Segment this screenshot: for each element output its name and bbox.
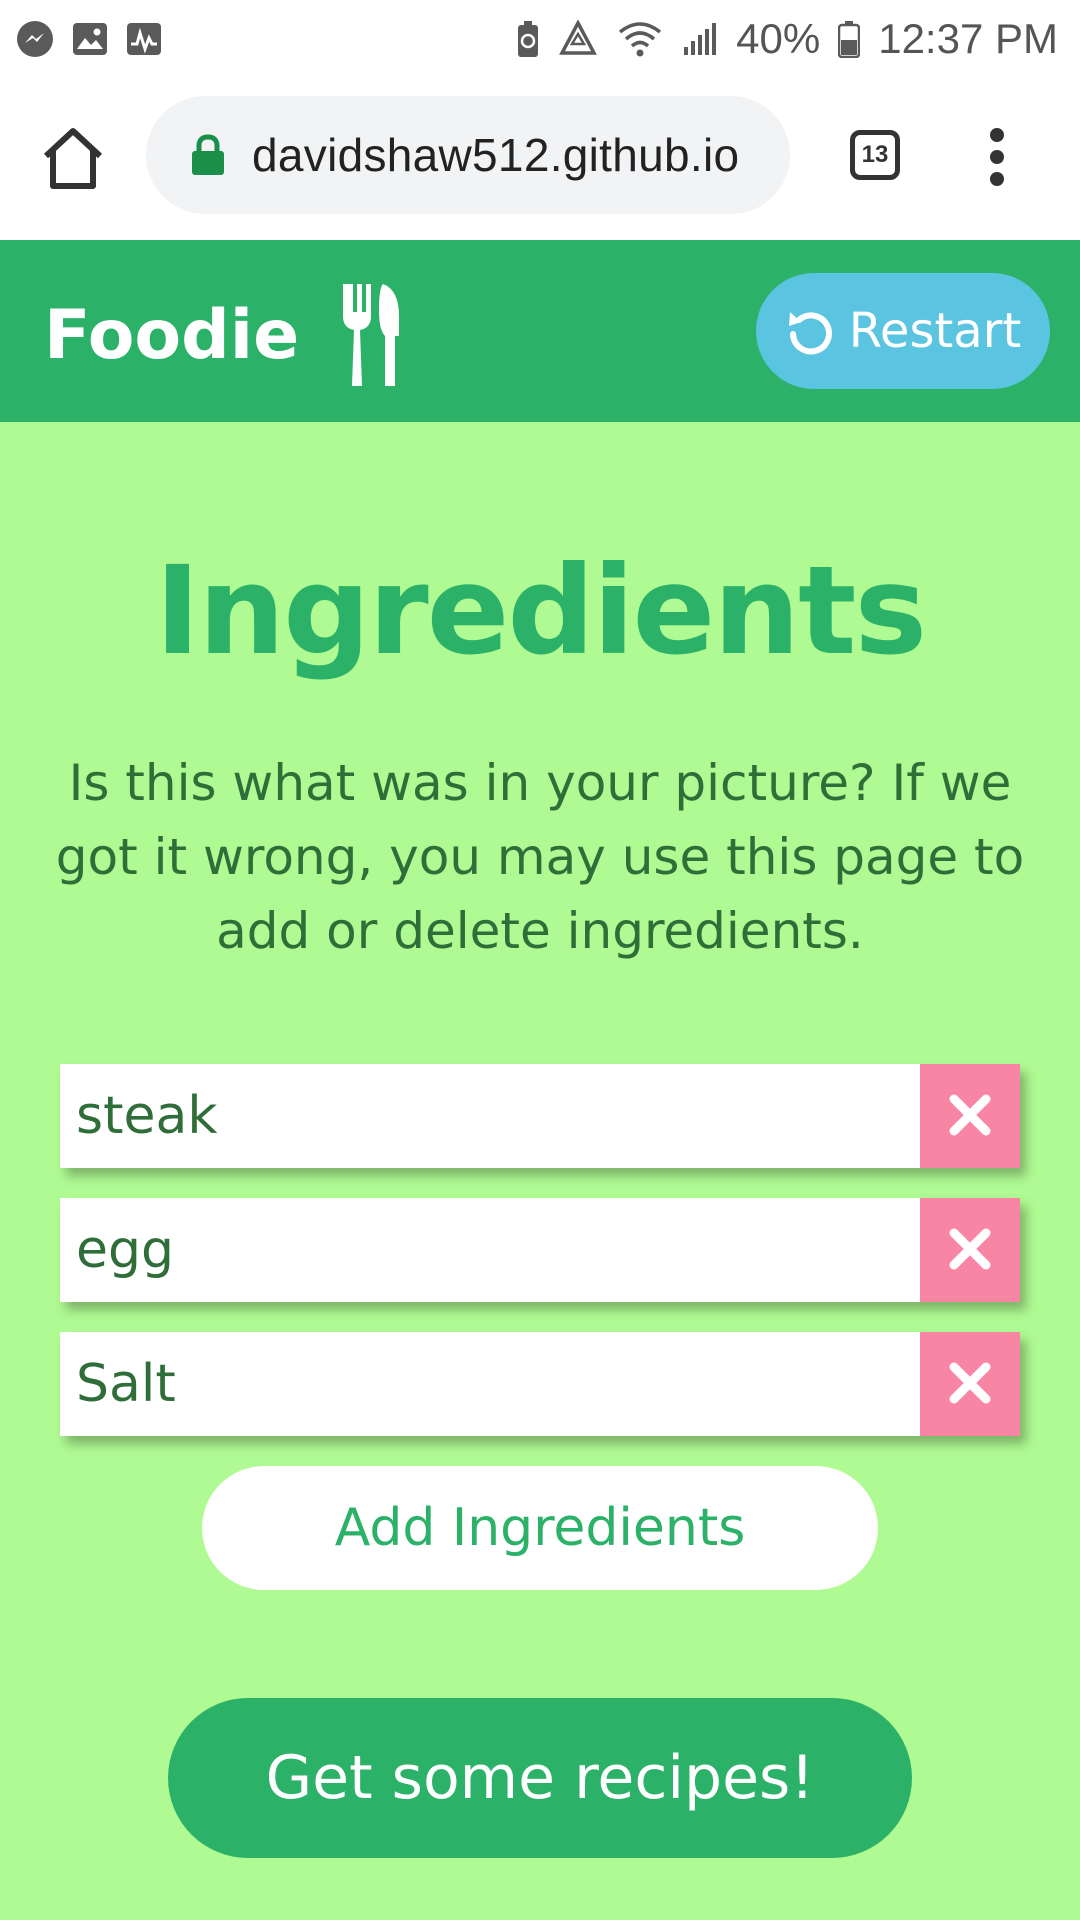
battery-icon (838, 20, 861, 58)
ingredient-list (60, 1064, 1020, 1466)
ingredient-row (60, 1064, 1020, 1168)
close-icon (948, 1361, 992, 1408)
wifi-icon (616, 20, 664, 58)
battery-percent: 40% (736, 15, 821, 62)
page-description: Is this what was in your picture? If we … (55, 754, 1025, 960)
messenger-icon (16, 20, 54, 58)
ingredient-input[interactable] (60, 1064, 920, 1168)
home-icon[interactable] (40, 126, 106, 192)
lock-icon (190, 134, 226, 176)
restart-button[interactable]: Restart (756, 273, 1050, 389)
status-left (16, 20, 162, 58)
clock: 12:37 PM (878, 15, 1058, 62)
browser-toolbar: davidshaw512.github.io 13 (0, 78, 1080, 240)
app-header: Foodie Restart (0, 240, 1080, 422)
address-bar[interactable]: davidshaw512.github.io (146, 96, 790, 214)
delete-ingredient-button[interactable] (920, 1198, 1020, 1302)
restart-label: Restart (848, 303, 1022, 359)
get-recipes-button[interactable]: Get some recipes! (168, 1698, 912, 1858)
delete-ingredient-button[interactable] (920, 1332, 1020, 1436)
ingredient-row (60, 1332, 1020, 1436)
ingredient-row (60, 1198, 1020, 1302)
activity-icon (126, 22, 162, 56)
close-icon (948, 1093, 992, 1140)
utensils-icon (339, 280, 403, 390)
undo-icon (785, 306, 835, 356)
add-ingredients-button[interactable]: Add Ingredients (202, 1466, 878, 1590)
brand-logo[interactable]: Foodie (44, 280, 403, 390)
battery-saver-icon (516, 20, 540, 58)
delete-ingredient-button[interactable] (920, 1064, 1020, 1168)
tab-switcher-button[interactable]: 13 (850, 130, 900, 180)
close-icon (948, 1227, 992, 1274)
overflow-menu-icon[interactable] (982, 128, 1012, 188)
url-text: davidshaw512.github.io (252, 129, 740, 181)
signal-icon (682, 21, 718, 57)
recycle-icon (558, 20, 598, 58)
page-title: Ingredients (154, 540, 927, 682)
brand-name: Foodie (44, 295, 300, 375)
ingredient-input[interactable] (60, 1198, 920, 1302)
status-right: 40% 12:37 PM (516, 15, 1058, 63)
gallery-icon (72, 22, 108, 56)
status-bar: 40% 12:37 PM (0, 0, 1080, 78)
ingredient-input[interactable] (60, 1332, 920, 1436)
